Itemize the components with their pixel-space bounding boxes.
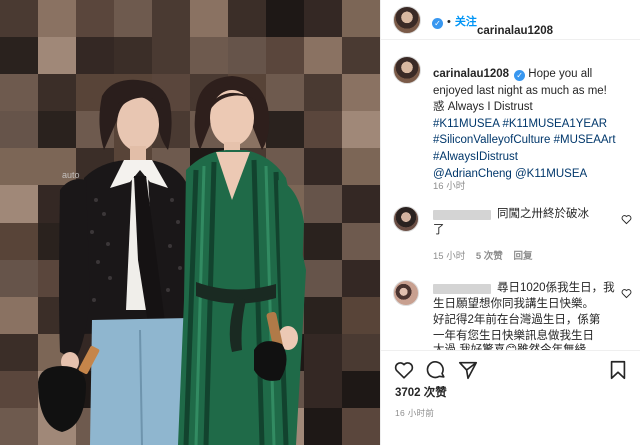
verified-badge-icon: ✓ xyxy=(432,18,443,29)
svg-text:auto: auto xyxy=(62,170,80,180)
right-woman xyxy=(178,76,306,445)
caption-avatar[interactable] xyxy=(393,56,421,84)
redacted-username xyxy=(433,210,491,220)
caption-text: carinalau1208 ✓ Hope you all enjoyed last… xyxy=(433,66,633,182)
caption-line-2: enjoyed last night as much as me! xyxy=(433,84,607,97)
hashtags-line-2[interactable]: #SiliconValleyofCulture #MUSEAArt xyxy=(433,132,633,149)
hashtags-line-3[interactable]: #AlwaysIDistrust xyxy=(433,149,633,166)
commenter-avatar[interactable] xyxy=(393,206,419,232)
photo-figures: auto xyxy=(38,76,306,445)
likes-count[interactable]: 3702 次赞 xyxy=(395,384,447,400)
commenter-avatar[interactable] xyxy=(393,280,419,306)
comment-text-line-1: 同闖之卅終於破冰 xyxy=(497,208,589,220)
post-timestamp: 16 小时前 xyxy=(395,408,435,418)
left-woman xyxy=(38,79,190,445)
comment-heart-icon[interactable] xyxy=(621,214,633,226)
comment-text-line-2: 生日願望想你同我講生日快樂。 xyxy=(433,298,594,310)
post-sidebar: carinalau1208 ✓ • 关注 carinalau1208 ✓ Hope yo… xyxy=(380,0,640,445)
author-avatar[interactable] xyxy=(393,6,421,34)
comment-reply-button[interactable]: 回复 xyxy=(513,251,532,262)
comment-text-line-3: 好記得2年前在台灣過生日，係第 xyxy=(433,314,601,326)
comment-likes[interactable]: 5 次赞 xyxy=(476,251,503,262)
bookmark-icon[interactable] xyxy=(607,359,629,381)
caption-line-1: Hope you all xyxy=(528,68,593,80)
caption-username[interactable]: carinalau1208 xyxy=(433,68,509,80)
separator-dot: • xyxy=(447,16,451,28)
verified-badge-icon: ✓ xyxy=(514,70,526,81)
header-author-line: carinalau1208 ✓ • 关注 xyxy=(429,12,553,37)
comment-icon[interactable] xyxy=(425,359,447,381)
comment-text-line-2: 了 xyxy=(433,224,445,236)
comment-time: 15 小时 xyxy=(433,251,466,262)
hashtags-line-1[interactable]: #K11MUSEA #K11MUSEA1YEAR xyxy=(433,116,633,133)
post-photo: auto xyxy=(0,0,380,445)
post-header: carinalau1208 ✓ • 关注 xyxy=(381,0,640,40)
caption-line-3: 惑 Always I Distrust xyxy=(433,101,533,114)
post-actions: 3702 次赞 16 小时前 xyxy=(381,350,640,445)
comment-meta: 15 小时 5 次赞 回复 xyxy=(433,248,532,262)
caption-time: 16 小时 xyxy=(433,181,466,192)
share-icon[interactable] xyxy=(457,359,479,381)
follow-button[interactable]: 关注 xyxy=(455,16,477,28)
comment-text-line-1: 尋日1020係我生日，我 xyxy=(497,282,615,294)
comment-heart-icon[interactable] xyxy=(621,288,633,300)
author-username[interactable]: carinalau1208 xyxy=(477,25,553,37)
redacted-username xyxy=(433,284,491,294)
heart-icon[interactable] xyxy=(393,359,415,381)
